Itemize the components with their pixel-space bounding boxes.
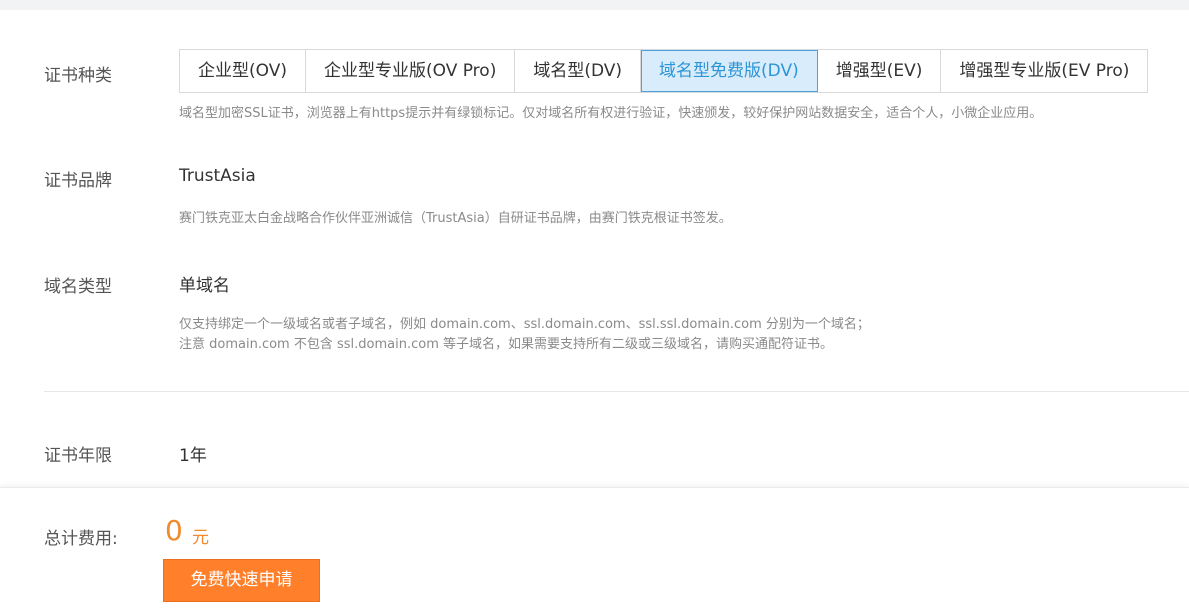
tab-ov-pro[interactable]: 企业型专业版(OV Pro) [305, 50, 516, 92]
cert-brand-value: TrustAsia [179, 166, 256, 186]
top-strip [0, 0, 1189, 10]
domain-type-label: 域名类型 [44, 277, 112, 297]
cert-brand-label: 证书品牌 [44, 171, 112, 191]
cert-term-value: 1年 [179, 446, 207, 466]
total-cost-label: 总计费用: [44, 529, 118, 549]
currency-unit: 元 [192, 528, 209, 548]
cert-term-label: 证书年限 [44, 446, 112, 466]
order-footer: 总计费用: 0 元 免费快速申请 [0, 487, 1189, 615]
tab-dv[interactable]: 域名型(DV) [515, 50, 642, 92]
cert-brand-description: 赛门铁克亚太白金战略合作伙伴亚洲诚信（TrustAsia）自研证书品牌，由赛门铁… [179, 211, 732, 226]
tab-dv-free[interactable]: 域名型免费版(DV) [641, 50, 818, 92]
tab-ev[interactable]: 增强型(EV) [817, 50, 942, 92]
tab-ov[interactable]: 企业型(OV) [180, 50, 306, 92]
tab-ev-pro[interactable]: 增强型专业版(EV Pro) [941, 50, 1149, 92]
cert-type-description: 域名型加密SSL证书，浏览器上有https提示并有绿锁标记。仅对域名所有权进行验… [179, 106, 1043, 121]
free-apply-button[interactable]: 免费快速申请 [163, 559, 320, 602]
domain-type-description-line1: 仅支持绑定一个一级域名或者子域名，例如 domain.com、ssl.domai… [179, 317, 870, 332]
total-price: 0 [165, 514, 183, 547]
section-divider [44, 391, 1189, 392]
domain-type-description-line2: 注意 domain.com 不包含 ssl.domain.com 等子域名，如果… [179, 337, 833, 352]
cert-type-tabs: 企业型(OV) 企业型专业版(OV Pro) 域名型(DV) 域名型免费版(DV… [179, 49, 1149, 93]
cert-type-label: 证书种类 [44, 66, 112, 86]
domain-type-value: 单域名 [179, 276, 230, 296]
